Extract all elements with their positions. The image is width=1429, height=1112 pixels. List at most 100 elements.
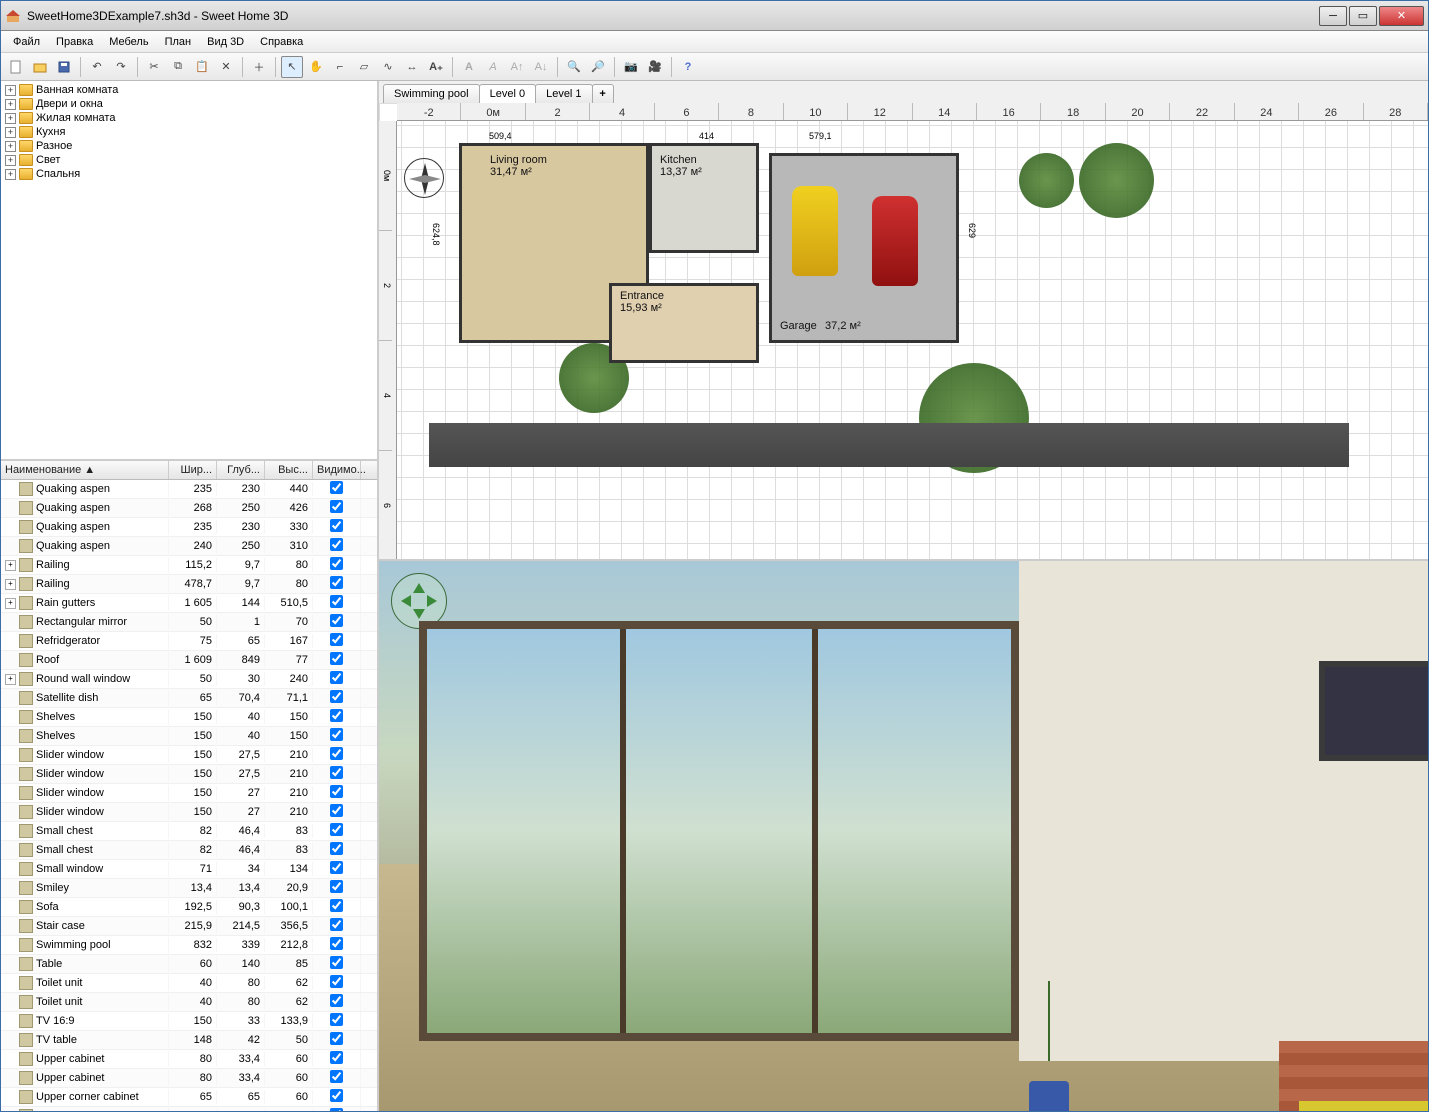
text-size-up-icon[interactable]: A↑ [506,56,528,78]
visible-checkbox[interactable] [330,709,343,722]
table-row[interactable]: TV 16:915033133,9 [1,1012,377,1031]
photo-icon[interactable]: 📷 [620,56,642,78]
table-row[interactable]: Stair case215,9214,5356,5 [1,917,377,936]
visible-checkbox[interactable] [330,519,343,532]
text-tool-icon[interactable]: A₊ [425,56,447,78]
expand-icon[interactable]: + [5,169,16,180]
expand-icon[interactable]: + [5,579,16,590]
tree-item[interactable]: +Ванная комната [3,83,375,97]
open-icon[interactable] [29,56,51,78]
close-button[interactable]: ✕ [1379,6,1424,26]
expand-icon[interactable]: + [5,560,16,571]
expand-icon[interactable]: + [5,674,16,685]
menu-plan[interactable]: План [157,34,200,50]
polyline-tool-icon[interactable]: ∿ [377,56,399,78]
redo-icon[interactable]: ↷ [110,56,132,78]
bush[interactable] [1079,143,1154,218]
furniture-table[interactable]: Наименование ▲ Шир... Глуб... Выс... Вид… [1,461,377,1111]
add-level-button[interactable]: + [592,84,614,103]
table-row[interactable]: Toilet unit408062 [1,993,377,1012]
undo-icon[interactable]: ↶ [86,56,108,78]
table-row[interactable]: Slider window15027210 [1,784,377,803]
col-width[interactable]: Шир... [169,461,217,479]
table-row[interactable]: Sofa192,590,3100,1 [1,898,377,917]
table-row[interactable]: Upper cabinet8033,460 [1,1050,377,1069]
visible-checkbox[interactable] [330,823,343,836]
plan-tab[interactable]: Swimming pool [383,84,480,103]
room-tool-icon[interactable]: ▱ [353,56,375,78]
table-row[interactable]: Small window7134134 [1,860,377,879]
visible-checkbox[interactable] [330,671,343,684]
visible-checkbox[interactable] [330,481,343,494]
tree-item[interactable]: +Свет [3,153,375,167]
room-garage[interactable]: Garage 37,2 м² [769,153,959,343]
text-bold-icon[interactable]: A [458,56,480,78]
table-row[interactable]: Upper cabinet8033,460 [1,1069,377,1088]
help-icon[interactable]: ? [677,56,699,78]
menu-help[interactable]: Справка [252,34,311,50]
video-icon[interactable]: 🎥 [644,56,666,78]
table-row[interactable]: Roof1 60984977 [1,651,377,670]
visible-checkbox[interactable] [330,1089,343,1102]
visible-checkbox[interactable] [330,1108,343,1111]
table-row[interactable]: Refridgerator7565167 [1,632,377,651]
visible-checkbox[interactable] [330,633,343,646]
table-row[interactable]: +Round wall window5030240 [1,670,377,689]
menu-view3d[interactable]: Вид 3D [199,34,252,50]
visible-checkbox[interactable] [330,500,343,513]
zoom-out-icon[interactable]: 🔎 [587,56,609,78]
add-furniture-icon[interactable]: ＋ [248,56,270,78]
tree-item[interactable]: +Разное [3,139,375,153]
visible-checkbox[interactable] [330,956,343,969]
room-entrance[interactable]: Entrance 15,93 м² [609,283,759,363]
bush[interactable] [1019,153,1074,208]
visible-checkbox[interactable] [330,652,343,665]
terrace[interactable] [429,423,1349,467]
visible-checkbox[interactable] [330,994,343,1007]
visible-checkbox[interactable] [330,538,343,551]
visible-checkbox[interactable] [330,899,343,912]
select-tool-icon[interactable]: ↖ [281,56,303,78]
table-row[interactable]: Shelves15040150 [1,708,377,727]
wall-tool-icon[interactable]: ⌐ [329,56,351,78]
visible-checkbox[interactable] [330,557,343,570]
col-visible[interactable]: Видимо... [313,461,361,479]
new-icon[interactable] [5,56,27,78]
menu-file[interactable]: Файл [5,34,48,50]
visible-checkbox[interactable] [330,614,343,627]
table-row[interactable]: Toilet unit408062 [1,974,377,993]
table-row[interactable]: Slider window15027,5210 [1,765,377,784]
table-row[interactable]: Quaking aspen235230330 [1,518,377,537]
visible-checkbox[interactable] [330,1013,343,1026]
plan-tab[interactable]: Level 0 [479,84,536,103]
table-row[interactable]: +Railing115,29,780 [1,556,377,575]
visible-checkbox[interactable] [330,766,343,779]
visible-checkbox[interactable] [330,576,343,589]
table-row[interactable]: +Rain gutters1 605144510,5 [1,594,377,613]
table-row[interactable]: Quaking aspen268250426 [1,499,377,518]
visible-checkbox[interactable] [330,804,343,817]
table-row[interactable]: Shelves15040150 [1,727,377,746]
table-row[interactable]: +Railing478,79,780 [1,575,377,594]
maximize-button[interactable]: ▭ [1349,6,1377,26]
table-row[interactable]: Small chest8246,483 [1,822,377,841]
room-kitchen[interactable]: Kitchen 13,37 м² [649,143,759,253]
visible-checkbox[interactable] [330,918,343,931]
table-row[interactable]: Quaking aspen240250310 [1,537,377,556]
car-red[interactable] [872,196,918,286]
car-yellow[interactable] [792,186,838,276]
expand-icon[interactable]: + [5,113,16,124]
zoom-in-icon[interactable]: 🔍 [563,56,585,78]
table-row[interactable]: Slider window15027210 [1,803,377,822]
delete-icon[interactable]: ✕ [215,56,237,78]
plan-canvas[interactable]: -20м246810121416182022242628 0м246810 Li… [379,103,1428,559]
col-depth[interactable]: Глуб... [217,461,265,479]
text-italic-icon[interactable]: A [482,56,504,78]
visible-checkbox[interactable] [330,1070,343,1083]
visible-checkbox[interactable] [330,937,343,950]
view3d-pane[interactable] [379,561,1428,1111]
expand-icon[interactable]: + [5,141,16,152]
table-row[interactable]: Rectangular mirror50170 [1,613,377,632]
visible-checkbox[interactable] [330,880,343,893]
visible-checkbox[interactable] [330,785,343,798]
